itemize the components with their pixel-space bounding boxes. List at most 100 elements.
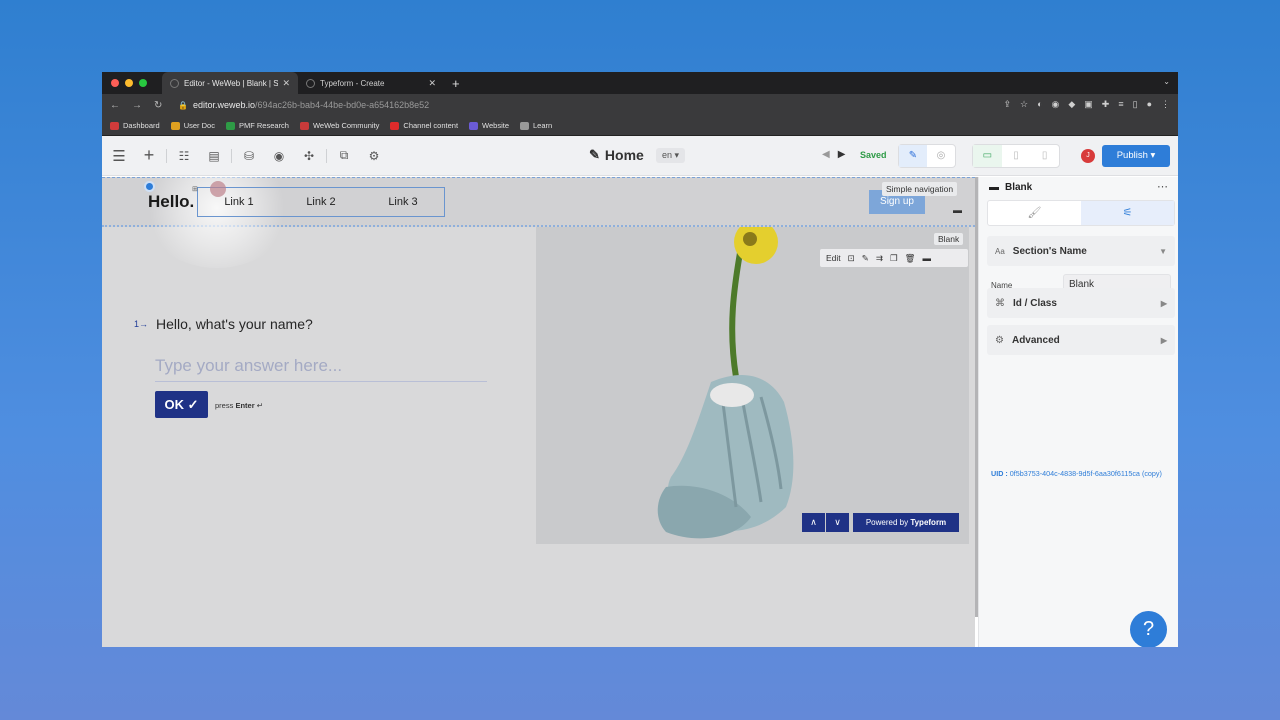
extension-icon[interactable]: ◉: [1052, 99, 1060, 110]
bookmark-label: WeWeb Community: [312, 121, 380, 130]
id-class-header[interactable]: ⌘ Id / Class ▶: [987, 288, 1175, 318]
extension-icon[interactable]: ◐: [1037, 99, 1042, 110]
bookmark-label: Dashboard: [123, 121, 160, 130]
style-brush-icon[interactable]: 🖌: [988, 201, 1081, 225]
tablet-icon[interactable]: ▯: [1002, 145, 1031, 167]
move-icon[interactable]: ⇉: [876, 253, 883, 264]
lock-icon: 🔒: [178, 100, 188, 110]
language-select[interactable]: en ▾: [656, 148, 686, 163]
menu-kebab-icon[interactable]: ⋮: [1161, 99, 1170, 110]
add-element-icon[interactable]: +: [134, 145, 164, 166]
uid-copy-link[interactable]: (copy): [1142, 469, 1162, 478]
chevron-down-icon: ▾: [1150, 150, 1156, 161]
chevron-down-icon[interactable]: ∨: [826, 513, 849, 532]
answer-input[interactable]: Type your answer here...: [155, 356, 487, 382]
browser-tab-editor[interactable]: Editor - WeWeb | Blank | Start ✕: [162, 72, 298, 94]
bookmark-website[interactable]: Website: [469, 121, 509, 130]
delete-trash-icon[interactable]: 🗑: [905, 253, 916, 264]
edit-button[interactable]: Edit: [826, 253, 841, 263]
new-tab-button[interactable]: +: [452, 76, 460, 91]
chevron-up-icon[interactable]: ∧: [802, 513, 825, 532]
play-icon[interactable]: ▶: [838, 149, 846, 160]
user-auth-icon[interactable]: ◉: [264, 149, 294, 163]
puzzle-icon[interactable]: ✚: [1102, 99, 1110, 110]
back-icon[interactable]: ←: [110, 100, 120, 111]
site-logo[interactable]: Hello.: [148, 192, 194, 212]
bookmark-learn[interactable]: Learn: [520, 121, 552, 130]
browser-tab-typeform[interactable]: Typeform - Create ✕: [298, 72, 444, 94]
pages-icon[interactable]: ▤: [199, 149, 229, 163]
select-parent-icon[interactable]: ⊡: [848, 253, 855, 264]
undo-icon[interactable]: ◀: [822, 149, 830, 160]
publish-button[interactable]: Publish ▾: [1102, 145, 1170, 167]
nav-links-container[interactable]: Link 1 Link 2 Link 3: [197, 187, 445, 217]
more-options-icon[interactable]: ⋯: [1157, 180, 1168, 193]
close-tab-icon[interactable]: ✕: [282, 78, 290, 89]
extension-icon[interactable]: ◆: [1068, 99, 1075, 110]
section-title: Advanced: [1011, 334, 1060, 346]
database-icon[interactable]: ⛁: [234, 149, 264, 163]
ok-label: OK: [164, 397, 184, 412]
advanced-header[interactable]: ⚙ Advanced ▶: [987, 325, 1175, 355]
section-image[interactable]: [536, 227, 969, 544]
device-switcher: ▭ ▯ ▯: [972, 144, 1060, 168]
preview-eye-icon[interactable]: ◎: [927, 145, 955, 167]
url-host: editor.weweb.io: [192, 100, 256, 110]
save-status: Saved: [860, 150, 887, 160]
page-title[interactable]: ✎ Home: [589, 147, 644, 163]
section-menu-icon[interactable]: ▬: [922, 253, 931, 263]
bookmark-star-icon[interactable]: ☆: [1020, 99, 1028, 110]
extension-icon[interactable]: ▣: [1084, 99, 1093, 110]
powered-by-typeform-badge[interactable]: Powered by Typeform: [853, 513, 959, 532]
editor-canvas[interactable]: Hello. Link 1 Link 2 Link 3 ⊞ Sign up Si…: [102, 177, 975, 647]
tab-search-chevron-icon[interactable]: ⌄: [1163, 77, 1170, 86]
navigation-section[interactable]: Hello. Link 1 Link 2 Link 3 ⊞ Sign up Si…: [102, 177, 975, 268]
language-value: en: [662, 150, 673, 160]
question-number: 1→: [134, 319, 149, 329]
close-window-button[interactable]: [111, 79, 119, 87]
chevron-right-icon: ▶: [1160, 298, 1167, 308]
sections-name-header[interactable]: Aa Section's Name ▼: [987, 236, 1175, 266]
share-icon[interactable]: ⇪: [1003, 99, 1011, 110]
reload-icon[interactable]: ↻: [154, 100, 162, 111]
settings-sliders-icon[interactable]: ⚟: [1081, 201, 1174, 225]
settings-gear-icon[interactable]: ⚙: [359, 149, 389, 163]
forward-icon[interactable]: →: [132, 100, 142, 111]
maximize-window-button[interactable]: [139, 79, 147, 87]
bookmark-label: Learn: [533, 121, 553, 130]
layers-list-icon[interactable]: ☷: [169, 149, 199, 163]
edit-mode-icon[interactable]: ✎: [899, 145, 927, 167]
help-button[interactable]: ?: [1130, 611, 1167, 647]
command-icon: ⌘: [995, 297, 1005, 309]
url-field[interactable]: editor.weweb.io/694ac26b-bab4-44be-bd0e-…: [193, 100, 429, 110]
section-menu-icon[interactable]: ▬: [953, 205, 962, 215]
ok-button[interactable]: OK ✓: [155, 391, 208, 418]
desktop-icon[interactable]: ▭: [973, 145, 1002, 167]
bookmark-pmf-research[interactable]: PMF Research: [225, 121, 289, 130]
bookmark-channel-content[interactable]: Channel content: [390, 121, 458, 130]
hamburger-menu-icon[interactable]: ☰: [104, 147, 134, 165]
nav-link-1[interactable]: Link 1: [224, 196, 253, 208]
bookmark-dashboard[interactable]: Dashboard: [110, 121, 160, 130]
grid-handle-icon[interactable]: ⊞: [192, 185, 201, 194]
question-number-value: 1: [134, 319, 140, 329]
duplicate-icon[interactable]: ❐: [890, 253, 898, 264]
editor-toolbar: ☰ + ☷ ▤ ⛁ ◉ ✣ ⧉ ⚙ ✎ Home en ▾ ◀ ▶ Saved …: [102, 136, 1178, 176]
nav-link-2[interactable]: Link 2: [306, 196, 335, 208]
code-icon[interactable]: ⧉: [329, 148, 359, 163]
enter-key-icon: ↵: [256, 401, 263, 410]
sidebar-icon[interactable]: ▯: [1133, 99, 1138, 110]
bookmark-weweb-community[interactable]: WeWeb Community: [299, 121, 380, 130]
profile-avatar[interactable]: ●: [1147, 99, 1152, 110]
bookmark-user-doc[interactable]: User Doc: [170, 121, 215, 130]
nav-link-3[interactable]: Link 3: [388, 196, 417, 208]
mobile-icon[interactable]: ▯: [1030, 145, 1059, 167]
reading-list-icon[interactable]: ≡: [1118, 99, 1123, 110]
selection-handle-icon[interactable]: [144, 181, 155, 192]
window-controls: [102, 79, 162, 87]
rename-pencil-icon[interactable]: ✎: [862, 253, 869, 264]
close-tab-icon[interactable]: ✕: [428, 78, 436, 89]
minimize-window-button[interactable]: [125, 79, 133, 87]
user-avatar[interactable]: J: [1081, 149, 1095, 163]
plugins-icon[interactable]: ✣: [294, 149, 324, 163]
